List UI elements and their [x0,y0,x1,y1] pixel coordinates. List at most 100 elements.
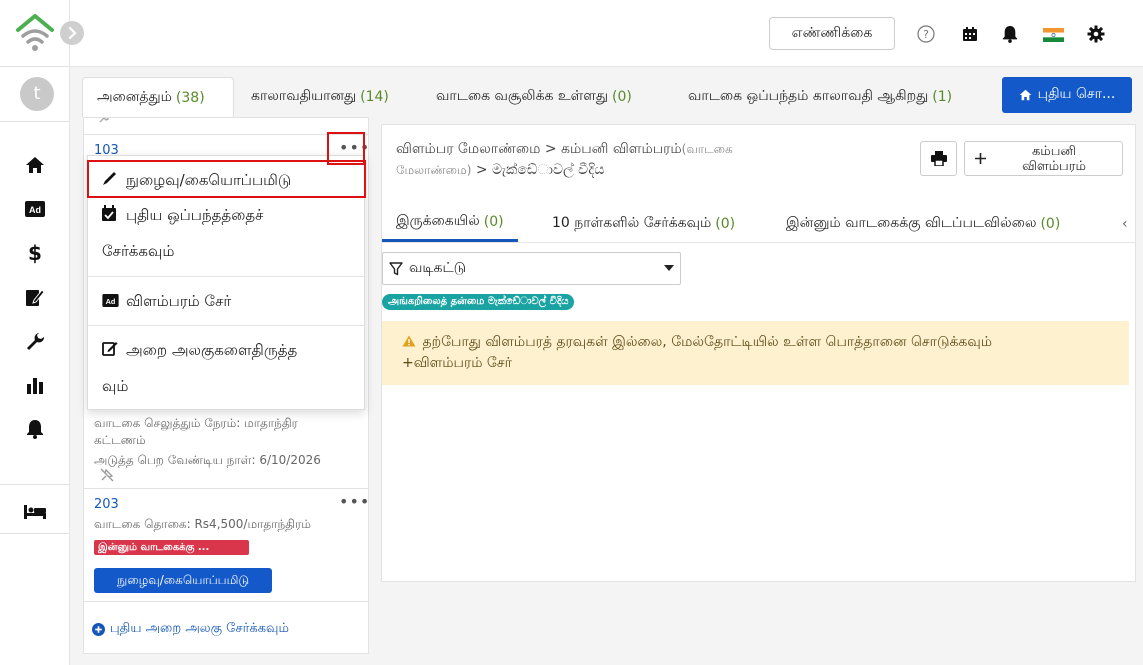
divider [88,325,364,326]
add-room-link[interactable]: புதிய அறை அலகு சேர்க்கவும் [92,621,289,637]
divider [0,66,70,67]
home-icon [1019,89,1032,101]
add-company-ad-button[interactable]: கம்பனி விளம்பரம் [964,141,1123,176]
help-icon[interactable]: ? [915,23,937,45]
menu-item-edit-units[interactable]: அறை அலகுகளைதிருத்த [102,332,297,369]
tab-count: (0) [483,214,504,230]
property-badge: அங்கறிலைத் தன்மை මැක්ඩේ◌ාවල් වීදිය [382,294,575,310]
tab-count: (0) [612,89,632,105]
pen-icon [102,163,120,199]
menu-item-label-cont: சேர்க்கவும் [102,242,175,260]
print-button[interactable] [920,141,957,176]
menu-item-checkin[interactable]: நுழைவு/கையொப்பமிடு [102,162,291,199]
menu-item-label-cont: வும் [102,377,129,395]
print-icon [930,151,947,166]
new-button-label: புதிய சொ... [1037,86,1116,102]
divider [88,276,364,277]
ad-status-tabs: இருக்கையில் (0) 10 நாள்களில் சேர்க்கவும்(… [382,205,1135,243]
tab-add-10-days[interactable]: 10 நாள்களில் சேர்க்கவும் (0) [552,205,735,242]
status-badge: இன்னும் வாடகைக்கு ... [94,540,249,555]
menu-item-new-contract[interactable]: புதிய ஒப்பந்தத்தைச் [102,197,263,234]
edit-document-icon[interactable] [23,285,47,309]
filter-tabs: அனைத்தும் (38) காலாவதியானது (14) வாடகை வசூ… [82,77,1000,117]
breadcrumb-item[interactable]: விளம்பர மேலாண்மை [396,141,540,157]
ad-panel: விளம்பர மேலாண்மை > கம்பனி விளம்பரம்(வாடக… [381,124,1136,582]
breadcrumb-note: மேலாண்மை) [396,163,472,177]
alert-text: தற்போது விளம்பரத் தரவுகள் இல்லை, மேல்தோட… [422,334,993,350]
filter-icon [389,261,403,275]
svg-text:Ad: Ad [106,296,116,305]
pin-icon [100,468,114,486]
checkin-button[interactable]: நுழைவு/கையொப்பமிடு [94,568,272,593]
menu-item-label: விளம்பரம் சேர் [126,292,232,310]
tab-expired[interactable]: காலாவதியானது (14) [251,77,389,117]
avatar[interactable]: t [20,77,54,111]
dollar-icon[interactable]: $ [23,241,47,265]
bell-icon[interactable] [999,23,1021,45]
room-number[interactable]: 203 [94,497,119,512]
menu-item-label: அறை அலகுகளைதிருத்த [126,341,298,359]
calendar-check-icon [102,198,120,234]
more-options-icon[interactable]: ••• [339,492,368,511]
breadcrumb-separator: > [544,141,557,157]
menu-item-label: புதிய ஒப்பந்தத்தைச் [126,206,264,224]
count-button[interactable]: எண்ணிக்கை [769,17,895,50]
breadcrumb-item[interactable]: கம்பனி விளம்பரம் [561,141,682,157]
chevron-right-icon[interactable] [60,21,84,45]
bed-icon[interactable] [23,499,47,523]
divider [84,488,368,489]
rent-amount: வாடகை தொகை: Rs4,500/மாதாந்திரம் [94,517,311,531]
empty-alert: தற்போது விளம்பரத் தரவுகள் இல்லை, மேல்தோட… [382,321,1129,385]
tab-not-yet-rented[interactable]: இன்னும் வாடகைக்கு விடப்படவில்லை (0) [786,205,1060,242]
tab-count: (1) [932,89,953,105]
more-tabs-icon[interactable]: ‹ [1122,205,1128,242]
tab-label: காலாவதியானது [251,88,357,104]
tab-contract-expiring[interactable]: வாடகை ஒப்பந்தம் காலாவதி ஆகிறது (1) [688,77,1000,117]
tab-label: அனைத்தும் [97,88,172,105]
top-bar: எண்ணிக்கை ? [70,0,1143,67]
calendar-icon[interactable] [959,23,981,45]
tab-in-stock[interactable]: இருக்கையில் (0) [382,205,518,242]
divider [84,601,368,602]
divider [0,484,70,485]
tab-count: (0) [715,215,736,232]
left-rail: t Ad $ [0,0,70,665]
india-flag-icon[interactable] [1042,24,1064,46]
svg-text:Ad: Ad [29,205,41,215]
filter-select[interactable]: வடிகட்டு [382,252,681,285]
divider [0,533,70,534]
alert-add-ad-link[interactable]: +விளம்பரம் சேர் [402,355,512,371]
tab-rent-due[interactable]: வாடகை வசூலிக்க உள்ளது (0) [436,77,632,117]
breadcrumb-separator: > [475,162,488,178]
divider [84,134,368,135]
breadcrumb-note: (வாடகை [681,142,733,156]
plus-circle-icon [92,622,105,636]
pin-icon [98,118,110,128]
svg-text:$: $ [28,242,42,264]
wifi-home-logo-icon[interactable] [14,12,56,54]
gear-icon[interactable] [1085,23,1107,45]
tab-count: (0) [1040,215,1061,232]
tab-label: 10 நாள்களில் சேர்க்கவும் [552,214,712,231]
tab-all[interactable]: அனைத்தும் (38) [82,77,234,117]
tab-label: இருக்கையில் [396,213,480,229]
wrench-icon[interactable] [23,329,47,353]
rent-time-cont: கட்டணம் [94,433,146,447]
home-icon[interactable] [23,153,47,177]
edit-icon [102,333,120,369]
divider [0,121,70,122]
button-label-line: விளம்பரம் [1022,158,1086,174]
next-due-date: அடுத்த பெற வேண்டிய நாள்: 6/10/2026 [94,453,321,467]
ad-icon: Ad [102,284,120,320]
breadcrumb-item: මැක්ඩේ◌ාවල් වීදිය [492,162,605,178]
add-room-label: புதிய அறை அலகு சேர்க்கவும் [110,621,289,636]
menu-item-label: நுழைவு/கையொப்பமிடு [126,171,292,189]
breadcrumb: விளம்பர மேலாண்மை > கம்பனி விளம்பரம்(வாடக… [396,139,866,181]
menu-item-add-ad[interactable]: Ad விளம்பரம் சேர் [102,283,231,320]
warning-icon [402,335,416,347]
bar-chart-icon[interactable] [23,373,47,397]
bell-icon[interactable] [23,417,47,441]
chevron-down-icon [664,265,674,271]
new-button[interactable]: புதிய சொ... [1002,77,1132,113]
ad-icon[interactable]: Ad [23,197,47,221]
